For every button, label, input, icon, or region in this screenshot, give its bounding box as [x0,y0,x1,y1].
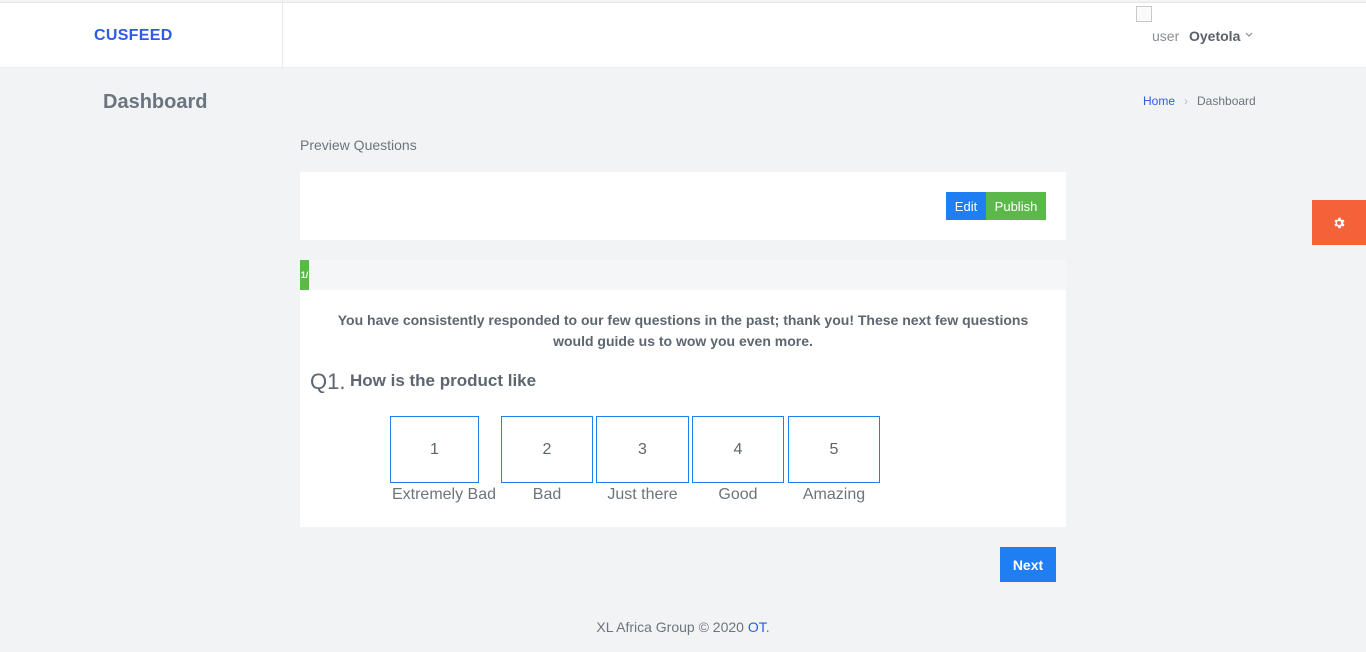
user-name[interactable]: Oyetola [1189,28,1240,44]
rating-option-3[interactable]: 3 [596,416,689,483]
preview-questions-label: Preview Questions [300,137,417,153]
settings-toggle-button[interactable] [1312,200,1366,245]
footer-suffix: . [765,619,770,635]
publish-button[interactable]: Publish [986,192,1046,220]
rating-option-5[interactable]: 5 [788,416,880,483]
breadcrumb-current: Dashboard [1197,94,1256,108]
edit-button[interactable]: Edit [946,192,986,220]
preview-actions-card: Edit Publish [300,172,1066,240]
footer-copyright: XL Africa Group © 2020 [596,619,748,635]
brand-area: CUSFEED [0,3,283,68]
question-card: 1/ You have consistently responded to ou… [300,260,1066,527]
rating-label-2: Bad [532,486,562,503]
footer-link[interactable]: OT [748,619,766,635]
rating-label-1: Extremely Bad [391,486,497,503]
chevron-down-icon[interactable] [1245,30,1253,41]
breadcrumb-separator: › [1184,94,1189,108]
survey-intro-text: You have consistently responded to our f… [337,312,1029,349]
footer: XL Africa Group © 2020 OT. [0,619,1366,635]
rating-option-1[interactable]: 1 [390,416,479,483]
breadcrumb-home-link[interactable]: Home [1143,94,1175,108]
next-button[interactable]: Next [1000,547,1056,582]
question-number: Q1. [310,369,346,394]
brand-logo[interactable]: CUSFEED [94,27,173,45]
progress-bar: 1/ [300,260,309,290]
page-title: Dashboard [103,91,208,113]
top-navbar: CUSFEED user Oyetola [0,2,1366,68]
user-avatar[interactable] [1136,6,1152,22]
question-text: How is the product like [350,371,537,390]
breadcrumb: Home › Dashboard [1143,94,1256,108]
rating-label-3: Just there [607,486,678,503]
user-avatar-alt[interactable]: user [1152,28,1179,44]
progress-track: 1/ [300,260,1066,290]
rating-label-5: Amazing [802,486,866,503]
gear-icon [1334,217,1345,228]
rating-label-4: Good [718,486,758,503]
rating-option-4[interactable]: 4 [692,416,784,483]
rating-option-2[interactable]: 2 [501,416,593,483]
